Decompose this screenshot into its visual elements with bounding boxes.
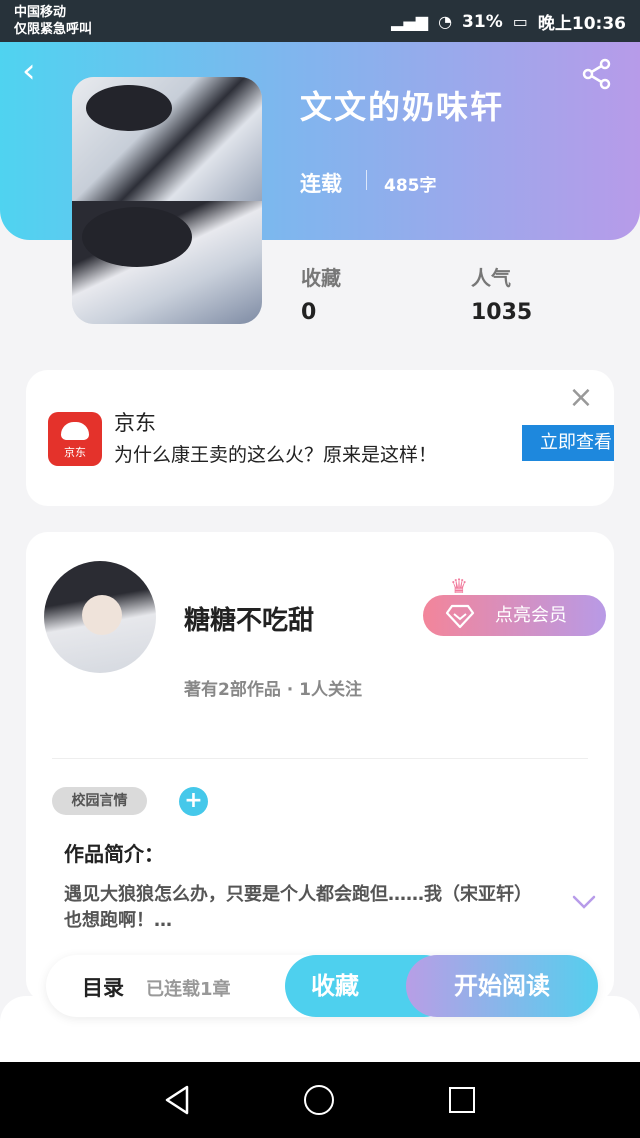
book-status: 连载 bbox=[300, 172, 342, 196]
toc-button[interactable]: 目录 bbox=[82, 972, 124, 1002]
gem-icon bbox=[445, 604, 475, 629]
divider bbox=[366, 170, 367, 190]
plus-icon[interactable]: + bbox=[179, 787, 208, 816]
divider bbox=[52, 758, 588, 759]
word-count: 485字 bbox=[384, 176, 437, 196]
author-meta: 著有2部作品 · 1人关注 bbox=[184, 680, 362, 700]
author-avatar[interactable] bbox=[44, 561, 156, 673]
carrier-name: 中国移动 bbox=[14, 5, 67, 20]
share-icon[interactable] bbox=[580, 58, 614, 90]
cover-figure bbox=[82, 207, 192, 267]
chevron-down-icon[interactable] bbox=[572, 894, 596, 910]
book-cover[interactable] bbox=[72, 77, 262, 324]
jd-dog-icon bbox=[61, 422, 89, 440]
status-bar: 中国移动 仅限紧急呼叫 ▂▄▆ ◔ 31% ▭ 晚上10:36 bbox=[0, 0, 640, 42]
vip-button[interactable]: 点亮会员 bbox=[423, 595, 606, 636]
carrier-info: 中国移动 仅限紧急呼叫 bbox=[14, 4, 92, 38]
wifi-icon: ◔ bbox=[438, 12, 453, 31]
intro-text: 遇见大狼狼怎么办，只要是个人都会跑但……我（宋亚轩）也想跑啊！… bbox=[64, 884, 532, 931]
author-name[interactable]: 糖糖不吃甜 bbox=[184, 600, 314, 637]
status-indicators: ▂▄▆ ◔ 31% ▭ 晚上10:36 bbox=[391, 9, 626, 35]
ad-brand: 京东 bbox=[114, 411, 156, 435]
start-reading-button[interactable]: 开始阅读 bbox=[406, 955, 598, 1017]
intro-title: 作品简介： bbox=[64, 842, 164, 866]
battery-icon: ▭ bbox=[512, 12, 528, 31]
vip-label: 点亮会员 bbox=[495, 605, 567, 626]
chapter-count[interactable]: 已连载1章 bbox=[146, 975, 231, 1001]
nav-recent-icon[interactable] bbox=[449, 1087, 475, 1113]
close-icon[interactable]: × bbox=[566, 383, 596, 414]
action-bar: 目录 已连载1章 收藏 开始阅读 bbox=[46, 955, 598, 1017]
cover-figure bbox=[86, 85, 172, 131]
ad-logo-text: 京东 bbox=[64, 446, 86, 459]
favorites-label: 收藏 bbox=[301, 266, 341, 290]
book-title: 文文的奶味轩 bbox=[300, 88, 505, 126]
nav-home-icon[interactable] bbox=[304, 1085, 334, 1115]
back-icon[interactable]: ‹ bbox=[22, 54, 52, 90]
avatar-face bbox=[82, 595, 122, 635]
ad-text: 为什么康王卖的这么火？原来是这样！ bbox=[114, 444, 438, 466]
battery-level: 31% bbox=[462, 11, 503, 32]
tag-chip[interactable]: 校园言情 bbox=[52, 787, 147, 815]
book-detail-card: 糖糖不吃甜 ♛ 点亮会员 著有2部作品 · 1人关注 校园言情 + 作品简介： … bbox=[26, 532, 614, 1002]
favorites-count: 0 bbox=[301, 300, 317, 325]
signal-icon: ▂▄▆ bbox=[391, 12, 429, 31]
clock: 晚上10:36 bbox=[537, 14, 626, 34]
ad-logo: 京东 bbox=[48, 412, 102, 466]
ad-cta-button[interactable]: 立即查看 bbox=[522, 425, 614, 461]
popularity-label: 人气 bbox=[471, 266, 511, 290]
carrier-note: 仅限紧急呼叫 bbox=[14, 22, 93, 37]
ad-banner[interactable]: 京东 京东 为什么康王卖的这么火？原来是这样！ × 立即查看 bbox=[26, 370, 614, 506]
nav-back-icon[interactable] bbox=[163, 1084, 193, 1116]
popularity-count: 1035 bbox=[471, 300, 533, 325]
